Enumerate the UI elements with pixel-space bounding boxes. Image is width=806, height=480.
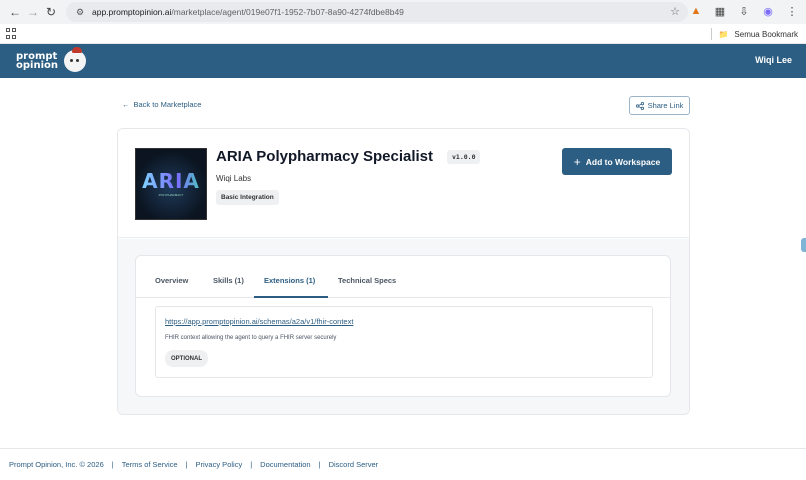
footer-link-documentation[interactable]: Documentation xyxy=(260,460,310,469)
arrow-left-icon: ← xyxy=(122,100,130,109)
back-arrow-icon[interactable]: ← xyxy=(6,3,24,21)
footer-separator: | xyxy=(111,460,114,469)
browser-toolbar: ← → ↻ ⚙ app.promptopinion.ai/marketplace… xyxy=(0,0,806,24)
agent-summary: ARIA POLYPHARMACY ARIA Polypharmacy Spec… xyxy=(118,129,689,238)
app-header: prompt opinion Wiqi Lee xyxy=(0,44,806,78)
back-to-marketplace-link[interactable]: ← Back to Marketplace xyxy=(122,100,201,109)
version-badge: v1.0.0 xyxy=(447,150,481,164)
side-panel-handle[interactable] xyxy=(801,238,806,252)
all-bookmarks-link[interactable]: Semua Bookmark xyxy=(734,30,798,39)
metamask-extension-icon[interactable]: ▲ xyxy=(688,3,704,19)
plus-icon: + xyxy=(573,154,581,169)
agent-organization: Wiqi Labs xyxy=(216,174,252,183)
reload-icon[interactable]: ↻ xyxy=(42,3,60,21)
footer-separator: | xyxy=(318,460,321,469)
optional-badge: OPTIONAL xyxy=(165,350,208,367)
active-tab-indicator xyxy=(254,296,328,298)
agent-title: ARIA Polypharmacy Specialist xyxy=(216,148,434,165)
folder-icon: 📁 xyxy=(718,29,729,39)
footer-link-privacy[interactable]: Privacy Policy xyxy=(196,460,243,469)
forward-arrow-icon[interactable]: → xyxy=(24,3,42,21)
agent-thumbnail: ARIA POLYPHARMACY xyxy=(135,148,207,220)
prompt-opinion-logo[interactable]: prompt opinion xyxy=(16,47,86,72)
add-to-workspace-button[interactable]: + Add to Workspace xyxy=(562,148,672,175)
address-url: app.promptopinion.ai/marketplace/agent/0… xyxy=(92,7,404,17)
download-icon[interactable]: ⇩ xyxy=(736,3,752,19)
user-menu[interactable]: Wiqi Lee xyxy=(755,55,792,65)
tab-bar: Overview Skills (1) Extensions (1) Techn… xyxy=(136,256,670,298)
footer-link-discord[interactable]: Discord Server xyxy=(329,460,379,469)
tab-technical-specs[interactable]: Technical Specs xyxy=(338,276,396,285)
footer-separator: | xyxy=(250,460,253,469)
share-link-button[interactable]: Share Link xyxy=(629,96,690,115)
footer-link-terms[interactable]: Terms of Service xyxy=(122,460,178,469)
footer-copyright: Prompt Opinion, Inc. © 2026 xyxy=(9,460,104,469)
profile-icon[interactable]: ◉ xyxy=(760,3,776,19)
bookmark-star-icon[interactable]: ☆ xyxy=(670,5,680,18)
mascot-icon xyxy=(64,47,86,72)
extension-item: https://app.promptopinion.ai/schemas/a2a… xyxy=(155,306,653,378)
footer-separator: | xyxy=(185,460,188,469)
extension-description: FHIR context allowing the agent to query… xyxy=(165,335,337,341)
bookmarks-bar: 📁 Semua Bookmark xyxy=(0,24,806,44)
site-footer: Prompt Opinion, Inc. © 2026 | Terms of S… xyxy=(0,448,806,480)
browser-menu-icon[interactable]: ⋮ xyxy=(784,3,800,19)
tab-overview[interactable]: Overview xyxy=(155,276,188,285)
details-tabs-panel: Overview Skills (1) Extensions (1) Techn… xyxy=(135,255,671,397)
tab-extensions[interactable]: Extensions (1) xyxy=(264,276,315,285)
share-icon xyxy=(635,101,644,110)
apps-grid-icon[interactable] xyxy=(6,27,18,40)
extension-url-link[interactable]: https://app.promptopinion.ai/schemas/a2a… xyxy=(165,317,353,326)
tab-skills[interactable]: Skills (1) xyxy=(213,276,244,285)
site-settings-icon[interactable]: ⚙ xyxy=(74,6,86,18)
extensions-puzzle-icon[interactable]: ▦ xyxy=(712,3,728,19)
bookmarks-divider xyxy=(711,28,713,40)
address-bar[interactable]: ⚙ app.promptopinion.ai/marketplace/agent… xyxy=(66,2,688,22)
integration-badge: Basic Integration xyxy=(216,190,279,205)
